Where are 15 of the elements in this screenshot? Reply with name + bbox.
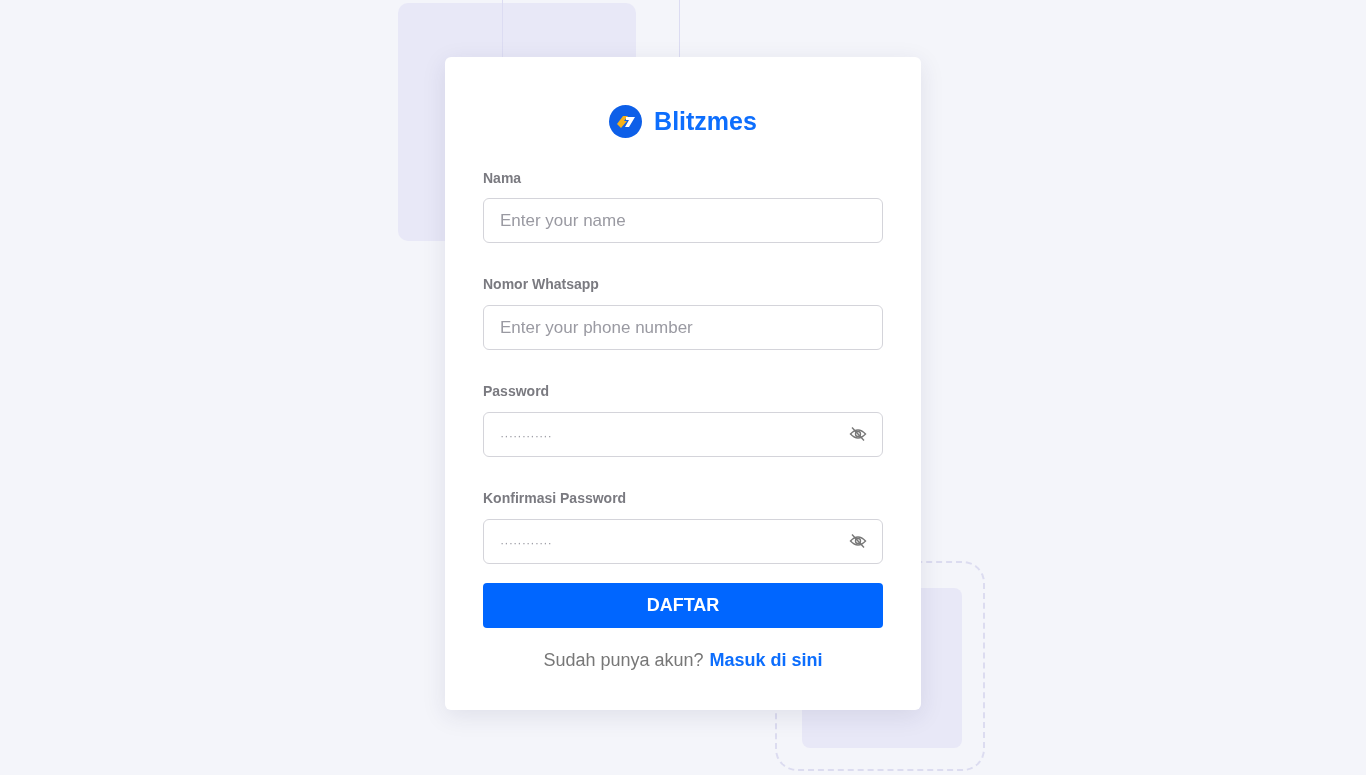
- field-label: Nama: [483, 170, 523, 186]
- field-label: Konfirmasi Password: [483, 490, 628, 506]
- register-button[interactable]: DAFTAR: [483, 583, 883, 628]
- eye-slash-icon[interactable]: [849, 533, 867, 549]
- input-field[interactable]: Enter your name: [483, 198, 883, 243]
- brand-name: Blitzmes: [654, 107, 757, 136]
- field-label: Nomor Whatsapp: [483, 276, 600, 292]
- password-field[interactable]: ············: [483, 519, 883, 564]
- login-prompt: Sudah punya akun?: [543, 650, 704, 671]
- login-link[interactable]: Masuk di sini: [709, 650, 823, 671]
- input-field[interactable]: Enter your phone number: [483, 305, 883, 350]
- field-label: Password: [483, 383, 551, 399]
- eye-slash-icon[interactable]: [849, 426, 867, 442]
- logo-icon: [609, 105, 643, 138]
- password-field[interactable]: ············: [483, 412, 883, 457]
